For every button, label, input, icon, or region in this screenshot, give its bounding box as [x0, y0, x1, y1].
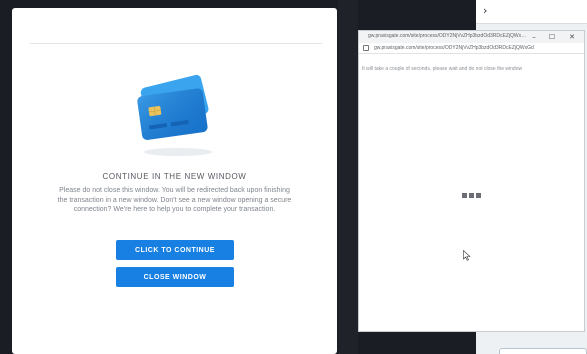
popup-address-bar[interactable]: gw.praxisgate.com/site/process/ODY2NjVvZ… — [359, 43, 584, 54]
background-page-header — [476, 0, 587, 24]
loading-dot — [476, 193, 481, 198]
backdrop-overlay — [338, 0, 358, 354]
modal-description: Please do not close this window. You wil… — [57, 187, 292, 213]
minimize-icon[interactable]: – — [527, 31, 541, 43]
redirect-modal: CONTINUE IN THE NEW WINDOW Please do not… — [12, 8, 337, 354]
close-window-button[interactable]: CLOSE WINDOW — [116, 267, 234, 287]
maximize-icon[interactable]: ☐ — [545, 31, 559, 43]
chevron-right-icon[interactable]: › — [483, 4, 487, 17]
loading-dot — [469, 193, 474, 198]
click-to-continue-button[interactable]: CLICK TO CONTINUE — [116, 240, 234, 260]
popup-wait-message: It will take a couple of seconds, please… — [362, 66, 523, 72]
site-info-icon[interactable] — [363, 45, 369, 51]
mouse-cursor-icon — [463, 250, 471, 261]
credit-card-icon — [137, 74, 212, 156]
popup-titlebar[interactable]: gw.praxisgate.com/site/process/ODY2NjVvZ… — [359, 31, 584, 43]
modal-title: CONTINUE IN THE NEW WINDOW — [102, 172, 247, 181]
popup-browser-window: gw.praxisgate.com/site/process/ODY2NjVvZ… — [358, 30, 585, 332]
loading-dot — [462, 193, 467, 198]
popup-window-title: gw.praxisgate.com/site/process/ODY2NjVvZ… — [368, 33, 528, 39]
loading-dots-icon — [462, 193, 482, 198]
modal-divider — [30, 43, 322, 44]
popup-url: gw.praxisgate.com/site/process/ODY2NjVvZ… — [374, 45, 534, 51]
background-input-box — [499, 348, 587, 354]
close-icon[interactable]: ✕ — [565, 31, 579, 43]
